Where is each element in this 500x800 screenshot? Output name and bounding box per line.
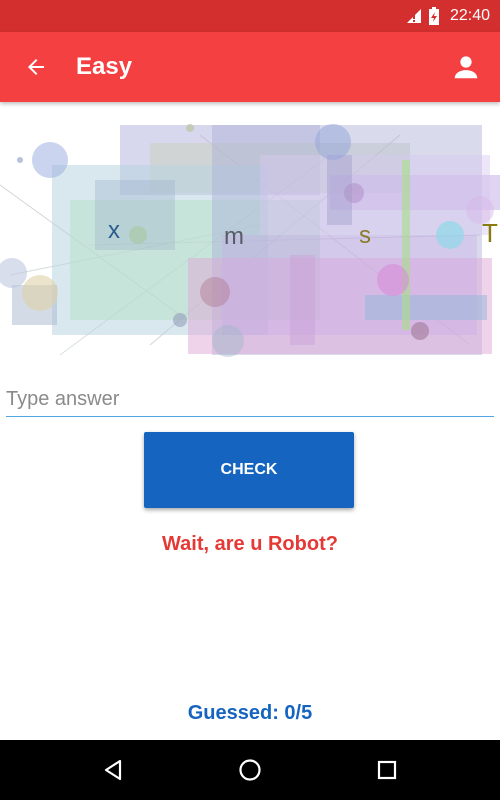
captcha-letter: x — [108, 217, 120, 244]
captcha-letter: s — [359, 222, 371, 249]
nav-back-button[interactable] — [93, 750, 133, 790]
status-time: 22:40 — [449, 7, 490, 24]
battery-icon — [428, 7, 439, 25]
check-button[interactable]: CHECK — [144, 432, 354, 508]
captcha-letter: T — [482, 218, 498, 248]
back-button[interactable] — [14, 45, 58, 89]
app-bar: Easy — [0, 32, 500, 102]
captcha-image: x m s T — [0, 124, 500, 357]
recents-square-icon — [377, 760, 397, 780]
account-icon — [454, 56, 478, 79]
signal-icon — [406, 9, 421, 23]
nav-home-button[interactable] — [230, 750, 270, 790]
guessed-counter: Guessed: 0/5 — [187, 702, 313, 724]
status-bar: 22:40 — [0, 0, 500, 32]
answer-input[interactable] — [6, 382, 494, 417]
nav-recents-button[interactable] — [367, 750, 407, 790]
page-title: Easy — [76, 53, 133, 80]
home-circle-icon — [239, 759, 261, 781]
account-button[interactable] — [444, 45, 488, 89]
arrow-back-icon — [28, 59, 44, 75]
back-triangle-icon — [104, 759, 122, 781]
status-icons: 22:40 — [406, 0, 490, 32]
status-message: Wait, are u Robot? — [162, 533, 338, 555]
captcha-letter: m — [224, 223, 244, 250]
navigation-bar — [0, 740, 500, 800]
